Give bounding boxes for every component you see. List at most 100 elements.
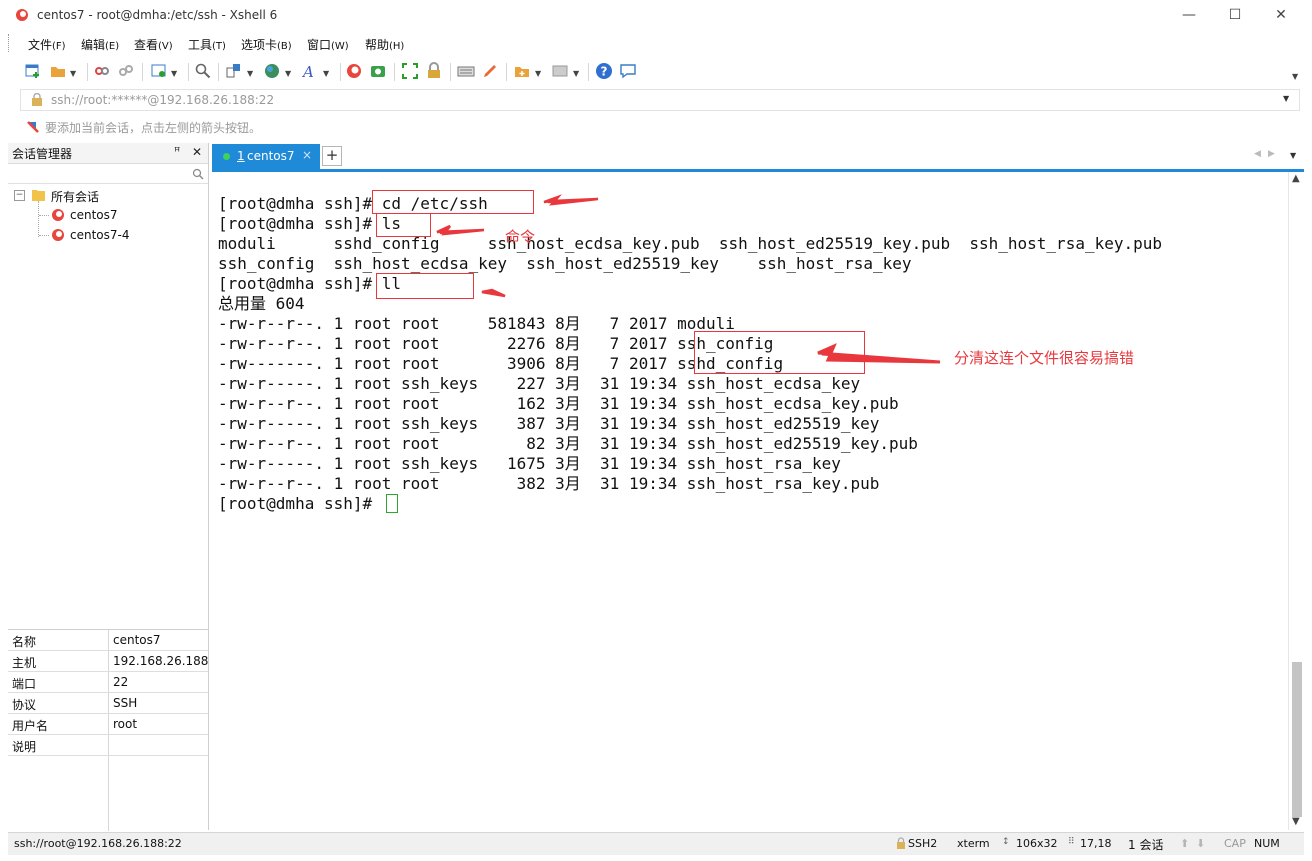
pin-icon[interactable]: ꟸ — [174, 145, 180, 158]
menu-bar: 文件(F) 编辑(E) 查看(V) 工具(T) 选项卡(B) 窗口(W) 帮助(… — [8, 30, 1304, 56]
property-value: 22 — [113, 675, 129, 689]
toolbar-separator — [188, 63, 189, 81]
new-folder-dropdown-icon[interactable]: ▼ — [535, 69, 541, 78]
layout-dropdown-icon[interactable]: ▼ — [573, 69, 579, 78]
tree-item-centos7[interactable]: centos7 — [38, 206, 204, 226]
keyboard-icon[interactable] — [457, 62, 475, 80]
search-icon[interactable] — [194, 62, 212, 80]
menu-view[interactable]: 查看(V) — [134, 36, 173, 53]
maximize-button[interactable]: ☐ — [1212, 0, 1258, 30]
font-dropdown-icon[interactable]: ▼ — [323, 69, 329, 78]
xshell-icon[interactable] — [345, 62, 363, 80]
arrow-ls — [436, 224, 485, 236]
address-bar[interactable]: ssh://root:******@192.168.26.188:22 ▼ — [20, 89, 1300, 111]
tab-list-icon[interactable]: ▼ — [1290, 151, 1296, 160]
session-up-icon[interactable]: ⬆ — [1180, 837, 1189, 850]
property-row: 协议 SSH — [8, 693, 208, 714]
toolbar-separator — [450, 63, 451, 81]
arrow-cd — [543, 194, 599, 206]
terminal-line: moduli sshd_config ssh_host_ecdsa_key.pu… — [218, 234, 1163, 253]
connect-icon[interactable] — [93, 62, 111, 80]
highlight-icon[interactable] — [481, 62, 499, 80]
menu-grip — [8, 34, 11, 52]
connected-status-icon — [223, 153, 230, 160]
minimize-button[interactable]: — — [1166, 0, 1212, 30]
toolbar-separator — [218, 63, 219, 81]
chat-icon[interactable] — [619, 62, 637, 80]
help-icon[interactable]: ? — [595, 62, 613, 80]
transfer-dropdown-icon[interactable]: ▼ — [247, 69, 253, 78]
menu-tools[interactable]: 工具(T) — [188, 36, 226, 53]
menu-help[interactable]: 帮助(H) — [365, 36, 404, 53]
properties-dropdown-icon[interactable]: ▼ — [171, 69, 177, 78]
fullscreen-icon[interactable] — [401, 62, 419, 80]
new-tab-button[interactable]: + — [322, 146, 342, 166]
terminal-line: -rw-r-----. 1 root ssh_keys 227 3月 31 19… — [218, 374, 861, 393]
open-dropdown-icon[interactable]: ▼ — [70, 69, 76, 78]
property-row: 说明 — [8, 735, 208, 756]
tab-centos7[interactable]: 1 centos7 × — [212, 144, 320, 169]
property-value: root — [113, 717, 138, 731]
property-row: 名称 centos7 — [8, 630, 208, 651]
toolbar-overflow-icon[interactable]: ▼ — [1292, 72, 1298, 81]
disconnect-icon[interactable] — [117, 62, 135, 80]
terminal-line: -rw-r-----. 1 root ssh_keys 1675 3月 31 1… — [218, 454, 841, 473]
tab-scroll-right-icon[interactable]: ▶ — [1268, 149, 1275, 159]
address-dropdown-icon[interactable]: ▼ — [1283, 94, 1289, 103]
size-icon: ↕ — [1002, 837, 1010, 847]
tree-item-centos7-4[interactable]: centos7-4 — [38, 226, 204, 246]
session-search-input[interactable] — [8, 165, 208, 184]
open-folder-icon[interactable] — [49, 62, 67, 80]
menu-tabs[interactable]: 选项卡(B) — [241, 36, 292, 53]
globe-dropdown-icon[interactable]: ▼ — [285, 69, 291, 78]
terminal-line: [root@dmha ssh]# ls — [218, 214, 402, 233]
font-icon[interactable]: A — [301, 62, 319, 80]
tab-number: 1 — [237, 149, 245, 163]
terminal-line: [root@dmha ssh]# ll — [218, 274, 402, 293]
terminal-output[interactable]: [root@dmha ssh]# cd /etc/ssh [root@dmha … — [212, 172, 1288, 830]
menu-window[interactable]: 窗口(W) — [307, 36, 349, 53]
collapse-icon[interactable]: − — [14, 190, 25, 201]
transfer-icon[interactable] — [225, 62, 243, 80]
search-icon[interactable] — [192, 168, 204, 180]
lock-icon — [897, 837, 905, 849]
globe-icon[interactable] — [263, 62, 281, 80]
lock-icon[interactable] — [425, 62, 443, 80]
xftp-icon[interactable] — [369, 62, 387, 80]
annotation-box-config-files — [694, 331, 865, 374]
toolbar-separator — [588, 63, 589, 81]
properties-icon[interactable] — [150, 62, 168, 80]
scroll-up-icon[interactable]: ▲ — [1292, 173, 1300, 184]
new-folder-icon[interactable] — [513, 62, 531, 80]
tree-root-all-sessions[interactable]: − 所有会话 — [14, 186, 204, 206]
property-key: 名称 — [12, 635, 37, 649]
menu-file[interactable]: 文件(F) — [28, 36, 66, 53]
tab-close-icon[interactable]: × — [302, 148, 312, 162]
toolbar-separator — [394, 63, 395, 81]
session-down-icon[interactable]: ⬇ — [1196, 837, 1205, 850]
address-input[interactable]: ssh://root:******@192.168.26.188:22 — [51, 93, 274, 107]
layout-icon[interactable] — [551, 62, 569, 80]
session-manager-title: 会话管理器 — [12, 147, 73, 161]
new-session-icon[interactable] — [24, 62, 42, 80]
status-protocol: SSH2 — [908, 837, 938, 850]
annotation-box-ll — [376, 273, 474, 299]
property-row: 主机 192.168.26.188 — [8, 651, 208, 672]
menu-edit[interactable]: 编辑(E) — [81, 36, 119, 53]
annotation-box-cd — [372, 190, 534, 214]
terminal-line: -rw-r--r--. 1 root root 581843 8月 7 2017… — [218, 314, 735, 333]
terminal-scrollbar[interactable]: ▲ ▼ — [1288, 172, 1305, 830]
close-button[interactable]: ✕ — [1258, 0, 1304, 30]
tree-branch — [39, 235, 49, 236]
tab-scroll-left-icon[interactable]: ◀ — [1254, 149, 1261, 159]
scroll-down-icon[interactable]: ▼ — [1292, 816, 1300, 827]
toolbar-separator — [142, 63, 143, 81]
scroll-thumb[interactable] — [1292, 662, 1302, 817]
terminal-line: [root@dmha ssh]# — [218, 494, 382, 513]
session-manager-panel: 会话管理器 ꟸ ✕ − 所有会话 centos7 centos7-4 名称 cen… — [8, 143, 209, 831]
xshell-logo-icon — [16, 9, 28, 21]
session-manager-header: 会话管理器 ꟸ ✕ — [8, 143, 208, 164]
add-session-arrow-icon[interactable] — [26, 120, 40, 134]
status-sessions: 1 会话 — [1128, 838, 1164, 852]
panel-close-icon[interactable]: ✕ — [192, 145, 202, 159]
